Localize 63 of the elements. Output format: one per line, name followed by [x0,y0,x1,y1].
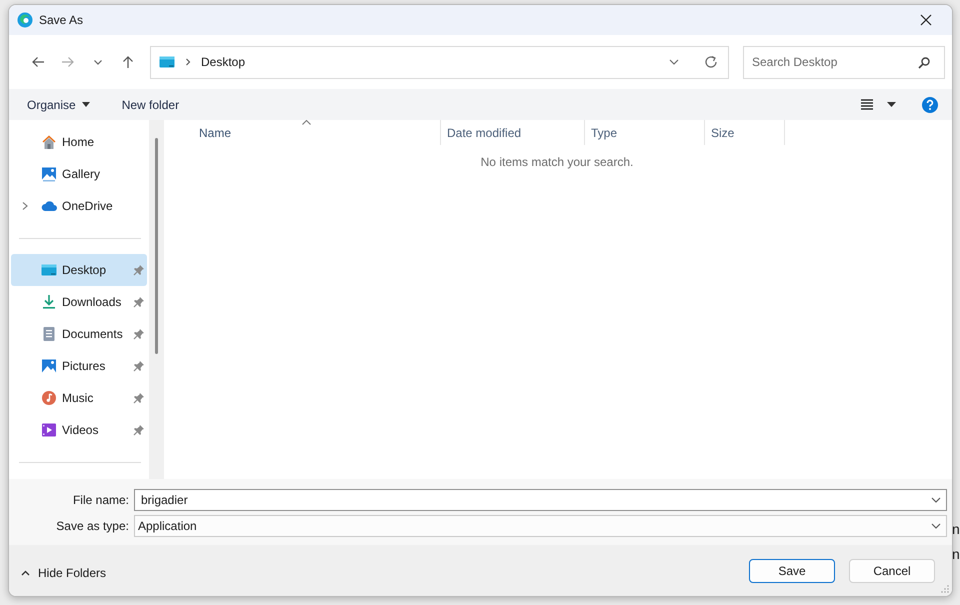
list-view-icon [861,99,873,110]
sidebar-item[interactable]: OneDrive [11,190,147,222]
background-text: n [952,546,960,563]
caret-down-icon [887,102,896,107]
pin-icon [133,392,145,404]
pin-icon [133,424,145,436]
dialog-button[interactable]: Save [749,558,835,582]
pin-icon [133,296,145,308]
chevron-up-icon [21,570,30,576]
monitor-icon [41,262,57,278]
house-icon [41,134,57,150]
picture-icon [41,358,57,374]
sidebar-item[interactable]: Music [11,382,147,414]
scrollbar-thumb[interactable] [155,138,158,354]
chevron-down-icon [931,497,941,503]
chevron-right-icon [184,57,192,67]
caret-down-icon [82,102,90,107]
empty-message: No items match your search. [480,155,634,169]
sidebar-item[interactable]: Documents [11,318,147,350]
back-arrow-icon [31,55,45,69]
file-type-dropdown[interactable]: Application [134,515,947,537]
pin-icon [133,328,145,340]
refresh-icon[interactable] [704,55,718,69]
gallery-icon [41,166,57,182]
help-icon[interactable] [922,96,938,112]
hide-folders-button[interactable]: Hide Folders [21,566,106,580]
new-folder-button[interactable]: New folder [120,92,180,116]
sidebar-item[interactable]: Pictures [11,350,147,382]
field-label: File name: [72,493,129,507]
monitor-icon [159,54,175,70]
sidebar-item[interactable]: Desktop [11,254,147,286]
column-header[interactable]: Size [705,120,785,145]
background-text: n [952,521,960,538]
sidebar-item[interactable]: Gallery [11,158,147,190]
window-title: Save As [39,13,84,27]
up-arrow-icon [121,55,135,69]
breadcrumb-item[interactable]: Desktop [201,55,246,69]
address-bar[interactable]: Desktop [150,46,729,78]
browser-logo-icon [17,12,33,28]
field-label: Save as type: [55,519,129,533]
sidebar-item[interactable]: Downloads [11,286,147,318]
document-icon [41,326,57,342]
video-icon [41,422,57,438]
sort-caret-icon [302,120,311,125]
column-header[interactable]: Type [585,120,705,145]
pin-icon [133,360,145,372]
organise-menu-button[interactable]: Organise [26,92,91,116]
forward-arrow-icon [61,55,75,69]
column-header[interactable]: Name [164,120,441,145]
close-icon [920,14,932,26]
sidebar-item[interactable]: Home [11,126,147,158]
search-field[interactable]: Search Desktop [743,46,945,78]
sidebar-item[interactable]: Videos [11,414,147,446]
download-icon [41,294,57,310]
column-header[interactable]: Date modified [441,120,585,145]
pin-icon [133,264,145,276]
resize-grip-icon [941,585,949,593]
dialog-button[interactable]: Cancel [849,558,935,582]
search-icon[interactable] [917,56,931,70]
chevron-down-icon [931,523,941,529]
chevron-right-icon[interactable] [21,201,29,211]
file-name-combobox[interactable]: brigadier [134,489,947,511]
music-note-icon [41,390,57,406]
